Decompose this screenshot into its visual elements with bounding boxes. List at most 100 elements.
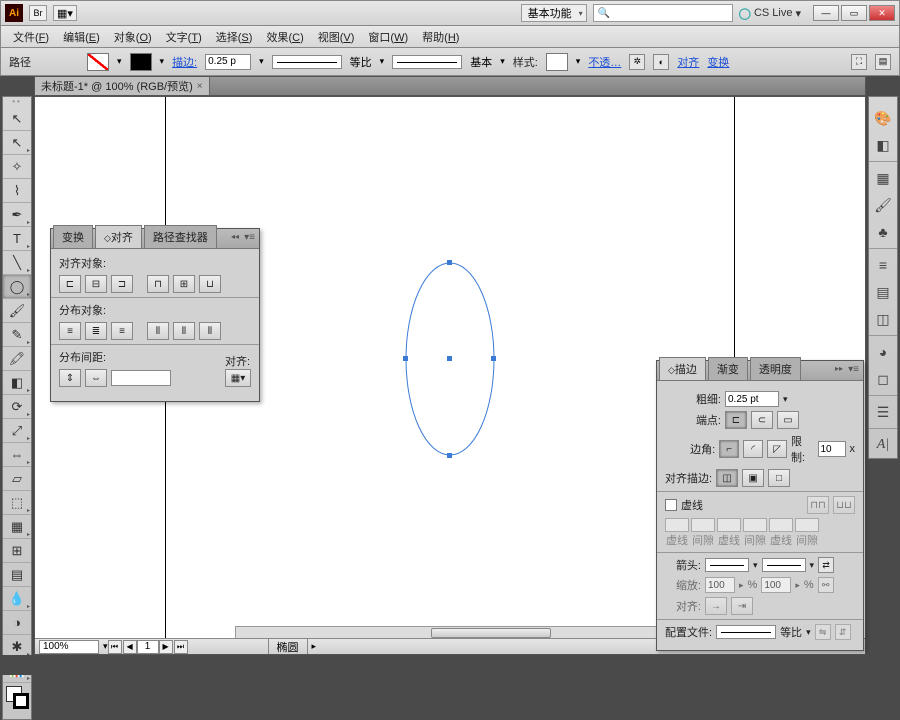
stroke-profile-dropdown[interactable] (272, 55, 342, 69)
menu-file[interactable]: 文件(F) (7, 27, 55, 47)
link-scale-icon[interactable]: ⚯ (818, 577, 834, 593)
align-left-button[interactable]: ⊏ (59, 275, 81, 293)
stroke-box-icon[interactable] (13, 693, 29, 709)
gradient-panel-icon[interactable]: ▤ (869, 279, 897, 305)
artboard-nav[interactable]: ⏮ ◀ (108, 640, 137, 654)
panel-menu-icon[interactable]: ▾≡ (848, 364, 859, 375)
close-tab-icon[interactable]: × (197, 81, 203, 92)
transparency-panel-icon[interactable]: ◫ (869, 306, 897, 332)
document-tab[interactable]: 未标题-1* @ 100% (RGB/预览) × (35, 77, 210, 95)
menu-help[interactable]: 帮助(H) (416, 27, 465, 47)
align-stroke-center-button[interactable]: ◫ (716, 469, 738, 487)
symbols-panel-icon[interactable]: ♣ (869, 219, 897, 245)
cs-live-button[interactable]: CS Live ▾ (739, 7, 801, 20)
align-right-button[interactable]: ⊐ (111, 275, 133, 293)
selected-ellipse-shape[interactable] (405, 262, 495, 457)
dist-bottom-button[interactable]: ≡ (111, 322, 133, 340)
bridge-icon[interactable]: Br (29, 5, 47, 21)
dist-right-button[interactable]: ⦀ (199, 322, 221, 340)
miter-limit-input[interactable] (818, 441, 846, 457)
layers-panel-icon[interactable]: ☰ (869, 399, 897, 425)
align-vcenter-button[interactable]: ⊞ (173, 275, 195, 293)
zoom-input[interactable] (39, 640, 99, 654)
brushes-panel-icon[interactable]: 🖌 (869, 192, 897, 218)
rotate-tool[interactable]: ⟳▸ (3, 395, 31, 419)
pen-tool[interactable]: ✒▸ (3, 203, 31, 227)
menu-select[interactable]: 选择(S) (210, 27, 259, 47)
dash1-input[interactable] (665, 518, 689, 532)
arrow-extend-button[interactable]: → (705, 597, 727, 615)
swap-arrows-icon[interactable]: ⇄ (818, 557, 834, 573)
dist-vspace-button[interactable]: ⇕ (59, 369, 81, 387)
menu-type[interactable]: 文字(T) (160, 27, 208, 47)
workspace-switcher[interactable]: 基本功能 (521, 4, 587, 22)
gradient-tool[interactable]: ▤ (3, 563, 31, 587)
menu-view[interactable]: 视图(V) (312, 27, 361, 47)
dist-hcenter-button[interactable]: ⦀ (173, 322, 195, 340)
tab-stroke[interactable]: ◇描边 (659, 357, 706, 380)
artboard-number-input[interactable] (137, 640, 159, 654)
cap-round-button[interactable]: ⊂ (751, 411, 773, 429)
stroke-weight-input[interactable] (205, 54, 251, 70)
align-to-button[interactable]: ▦▾ (225, 369, 251, 387)
tab-pathfinder[interactable]: 路径查找器 (144, 225, 217, 248)
line-tool[interactable]: ╲▸ (3, 251, 31, 275)
menu-effect[interactable]: 效果(C) (260, 27, 309, 47)
free-transform-tool[interactable]: ▱ (3, 467, 31, 491)
recolor2-icon[interactable]: ◐ (653, 54, 669, 70)
stroke-link[interactable]: 描边: (172, 54, 197, 70)
cap-butt-button[interactable]: ⊏ (725, 411, 747, 429)
mesh-tool[interactable]: ⊞ (3, 539, 31, 563)
nav-next-icon[interactable]: ▶ (159, 640, 173, 654)
maximize-button[interactable]: ▭ (841, 5, 867, 21)
nav-first-icon[interactable]: ⏮ (108, 640, 122, 654)
status-menu-icon[interactable]: ▸ (312, 641, 317, 652)
align-top-button[interactable]: ⊓ (147, 275, 169, 293)
corner-round-button[interactable]: ◜ (743, 440, 763, 458)
pencil-tool[interactable]: ✎▸ (3, 323, 31, 347)
swatches-panel-icon[interactable]: ▦ (869, 165, 897, 191)
perspective-grid-tool[interactable]: ▦▸ (3, 515, 31, 539)
dist-left-button[interactable]: ⦀ (147, 322, 169, 340)
arrow-start-scale-input[interactable] (705, 577, 735, 593)
flip-along-icon[interactable]: ⇋ (815, 624, 831, 640)
tab-align[interactable]: ◇对齐 (95, 225, 142, 248)
tab-gradient[interactable]: 渐变 (708, 357, 748, 380)
align-bottom-button[interactable]: ⊔ (199, 275, 221, 293)
magic-wand-tool[interactable]: ✧ (3, 155, 31, 179)
shape-builder-tool[interactable]: ⬚▸ (3, 491, 31, 515)
arrow-start-dropdown[interactable] (705, 558, 749, 572)
panel-collapse-icon[interactable]: ◂◂ (231, 232, 239, 241)
align-stroke-outside-button[interactable]: □ (768, 469, 790, 487)
opacity-link[interactable]: 不透… (588, 54, 621, 70)
flip-across-icon[interactable]: ⇵ (835, 624, 851, 640)
align-link[interactable]: 对齐 (677, 54, 699, 70)
menu-edit[interactable]: 编辑(E) (57, 27, 106, 47)
weight-input[interactable] (725, 391, 779, 407)
direct-selection-tool[interactable]: ↖▸ (3, 131, 31, 155)
character-panel-icon[interactable]: A| (869, 432, 897, 458)
tab-transform[interactable]: 变换 (53, 225, 93, 248)
type-tool[interactable]: T▸ (3, 227, 31, 251)
isolate-icon[interactable]: ⛶ (851, 54, 867, 70)
dist-vcenter-button[interactable]: ≣ (85, 322, 107, 340)
stroke-panel-icon[interactable]: ≡ (869, 252, 897, 278)
layout-arrange-icon[interactable]: ▦▾ (53, 5, 77, 21)
menu-window[interactable]: 窗口(W) (362, 27, 414, 47)
paintbrush-tool[interactable]: 🖌 (3, 299, 31, 323)
align-stroke-inside-button[interactable]: ▣ (742, 469, 764, 487)
dashed-checkbox[interactable] (665, 499, 677, 511)
eyedropper-tool[interactable]: 💧▸ (3, 587, 31, 611)
minimize-button[interactable]: — (813, 5, 839, 21)
cap-square-button[interactable]: ▭ (777, 411, 799, 429)
arrow-end-scale-input[interactable] (761, 577, 791, 593)
tab-transparency[interactable]: 透明度 (750, 357, 801, 380)
nav-prev-icon[interactable]: ◀ (123, 640, 137, 654)
spacing-input[interactable] (111, 370, 171, 386)
panel-menu-icon[interactable]: ▤ (875, 54, 891, 70)
gap2-input[interactable] (743, 518, 767, 532)
dash-align-button[interactable]: ⊔⊔ (833, 496, 855, 514)
nav-last-icon[interactable]: ⏭ (174, 640, 188, 654)
recolor-icon[interactable]: ✲ (629, 54, 645, 70)
graphic-styles-panel-icon[interactable]: ◻ (869, 366, 897, 392)
